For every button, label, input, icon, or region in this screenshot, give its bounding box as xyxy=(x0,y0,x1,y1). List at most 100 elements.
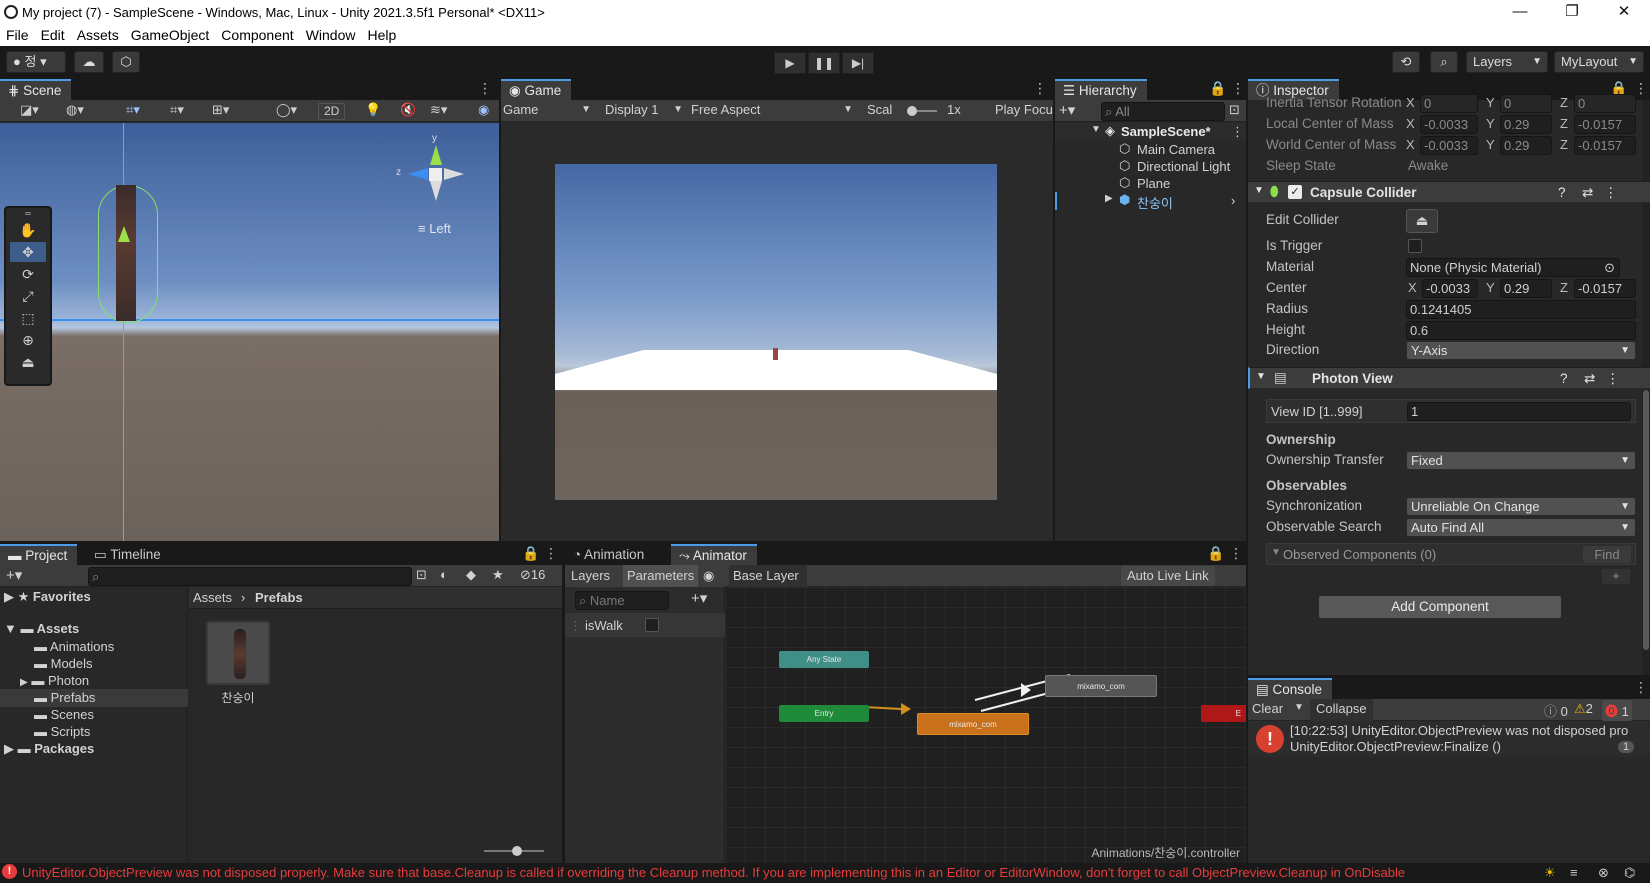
snap-increment-icon[interactable]: ⌗▾ xyxy=(170,102,184,118)
project-search-input[interactable]: ⌕ xyxy=(88,567,412,586)
help-icon[interactable]: ? xyxy=(1558,185,1566,200)
tab-console[interactable]: ▤ Console xyxy=(1248,678,1333,699)
label-icon[interactable]: ◆ xyxy=(466,567,476,583)
icon-size-slider-thumb[interactable] xyxy=(512,846,522,856)
display-dropdown[interactable]: Display 1 ▼ xyxy=(605,102,687,117)
warning-filter-button[interactable]: ⚠2 xyxy=(1574,701,1593,717)
panel-menu-icon[interactable]: ⋮ xyxy=(1634,679,1648,696)
lighting-icon[interactable]: 💡 xyxy=(365,102,381,118)
hierarchy-item-selected[interactable]: ▶ ⬢ 찬숭이 › xyxy=(1055,192,1246,211)
scale-tool-icon[interactable]: ⤢ xyxy=(10,286,46,306)
eye-icon[interactable]: ◉ xyxy=(703,568,714,584)
clear-button[interactable]: Clear xyxy=(1252,701,1283,716)
scale-slider-thumb[interactable] xyxy=(907,106,917,116)
layers-stack-icon[interactable]: ≡ xyxy=(1570,863,1578,883)
close-button[interactable]: ✕ xyxy=(1601,2,1647,24)
star-icon[interactable]: ★ xyxy=(492,567,504,583)
favorites-item[interactable]: ▶ ★ Favorites xyxy=(4,589,91,605)
height-field[interactable]: 0.6 xyxy=(1406,321,1636,340)
parameter-search-input[interactable]: ⌕ Name xyxy=(575,591,669,610)
default-state-node[interactable]: mixamo_com xyxy=(917,713,1029,735)
info-filter-button[interactable]: ⓘ 0 xyxy=(1544,701,1568,720)
panel-menu-icon[interactable]: ⋮ xyxy=(478,80,492,97)
tab-project[interactable]: ▬ Project xyxy=(0,544,78,565)
orientation-gizmo[interactable]: y z ≡ Left xyxy=(392,133,472,236)
grid-snap-icon[interactable]: ⌗▾ xyxy=(126,102,140,118)
pause-button[interactable]: ❚❚ xyxy=(808,52,840,74)
character-model[interactable] xyxy=(116,185,136,321)
panel-menu-icon[interactable]: ⋮ xyxy=(544,545,558,562)
folder-item-selected[interactable]: ▬ Prefabs xyxy=(0,689,188,707)
assets-item[interactable]: ▼ ▬ Assets xyxy=(4,621,79,636)
drag-handle-icon[interactable]: ⋮ xyxy=(569,618,582,634)
scene-row[interactable]: ▼ ◈ SampleScene* ⋮ xyxy=(1055,123,1246,141)
lighting-bake-icon[interactable]: ☀ xyxy=(1544,863,1556,883)
chevron-right-icon[interactable]: › xyxy=(1231,193,1235,208)
folder-item[interactable]: ▶ ▬ Photon xyxy=(20,673,89,688)
expand-arrow-icon[interactable]: ▼ xyxy=(1091,124,1101,135)
play-focused-dropdown[interactable]: Play Focu xyxy=(995,102,1053,117)
minimize-button[interactable]: — xyxy=(1497,2,1543,24)
add-observed-icon[interactable]: + xyxy=(1602,569,1630,584)
globe-icon[interactable]: ◍▾ xyxy=(66,102,84,118)
parameter-bool-checkbox[interactable] xyxy=(645,618,659,632)
status-message[interactable]: UnityEditor.ObjectPreview was not dispos… xyxy=(22,863,1542,883)
play-button[interactable]: ▶ xyxy=(774,52,806,74)
aspect-dropdown[interactable]: Free Aspect ▼ xyxy=(691,102,857,117)
packages-item[interactable]: ▶ ▬ Packages xyxy=(4,741,94,757)
shading-icon[interactable]: ◯▾ xyxy=(276,102,297,118)
cloud-button[interactable]: ☁ xyxy=(74,51,104,73)
panel-menu-icon[interactable]: ⋮ xyxy=(1033,80,1047,97)
enabled-checkbox[interactable]: ✓ xyxy=(1288,185,1302,199)
clear-options-icon[interactable]: ▼ xyxy=(1294,702,1304,713)
center-z-field[interactable]: -0.0157 xyxy=(1574,279,1636,298)
menu-assets[interactable]: Assets xyxy=(71,25,125,43)
foldout-arrow-icon[interactable]: ▼ xyxy=(1254,185,1264,196)
ruler-icon[interactable]: ⊞▾ xyxy=(212,102,229,118)
folder-item[interactable]: ▬ Models xyxy=(34,656,93,671)
effects-icon[interactable]: ≋▾ xyxy=(430,102,447,118)
preset-icon[interactable]: ⇄ xyxy=(1584,371,1595,387)
panel-menu-icon[interactable]: ⋮ xyxy=(1229,545,1243,562)
entry-node[interactable]: Entry xyxy=(779,705,869,722)
hierarchy-item[interactable]: ⬡ Main Camera xyxy=(1055,141,1246,158)
network-icon[interactable]: ⌬ xyxy=(1624,863,1635,883)
tab-parameters[interactable]: Parameters xyxy=(623,565,699,587)
search-by-type-icon[interactable]: ⊡ xyxy=(416,567,427,583)
menu-gameobject[interactable]: GameObject xyxy=(125,25,216,43)
lock-icon[interactable]: 🔒 xyxy=(522,545,539,562)
expand-arrow-icon[interactable]: ▶ xyxy=(1105,193,1113,204)
menu-window[interactable]: Window xyxy=(300,25,362,43)
game-viewport[interactable] xyxy=(501,122,1053,541)
visibility-icon[interactable]: ◉ xyxy=(478,102,489,118)
any-state-node[interactable]: Any State xyxy=(779,651,869,668)
folder-item[interactable]: ▬ Animations xyxy=(34,639,114,654)
scale-slider[interactable] xyxy=(907,106,937,116)
collab-button[interactable]: ⬡ xyxy=(112,51,140,73)
material-field[interactable]: None (Physic Material) ⊙ xyxy=(1406,258,1620,277)
breadcrumb-assets[interactable]: Assets xyxy=(193,590,232,605)
history-button[interactable]: ⟲ xyxy=(1392,51,1420,73)
drag-handle-icon[interactable]: ═ xyxy=(10,210,46,218)
object-picker-icon[interactable]: ⊙ xyxy=(1604,259,1615,276)
lock-icon[interactable]: 🔒 xyxy=(1207,545,1224,562)
tab-timeline[interactable]: ▭ Timeline xyxy=(86,544,171,565)
folder-item[interactable]: ▬ Scenes xyxy=(34,707,94,722)
foldout-arrow-icon[interactable]: ▼ xyxy=(1271,547,1281,558)
menu-component[interactable]: Component xyxy=(215,25,299,43)
parameter-row[interactable]: ⋮ isWalk xyxy=(565,613,725,637)
transform-tool-icon[interactable]: ⊕ xyxy=(10,330,46,350)
console-entry[interactable]: ! [10:22:53] UnityEditor.ObjectPreview w… xyxy=(1248,721,1650,757)
collapse-button[interactable]: Collapse xyxy=(1310,699,1373,721)
ownership-transfer-dropdown[interactable]: Fixed ▼ xyxy=(1406,451,1636,470)
collider-edit-tool-icon[interactable]: ⏏ xyxy=(10,352,46,372)
layers-dropdown[interactable]: Layers ▼ xyxy=(1466,51,1548,73)
rotate-tool-icon[interactable]: ⟳ xyxy=(10,264,46,284)
panel-menu-icon[interactable]: ⋮ xyxy=(1231,80,1245,97)
tab-hierarchy[interactable]: ☰ Hierarchy xyxy=(1055,79,1147,100)
exit-node[interactable]: E xyxy=(1201,705,1246,722)
prefab-thumbnail[interactable] xyxy=(206,621,270,685)
capsule-collider-header[interactable]: ▼ ⬮ ✓ Capsule Collider ? ⇄ ⋮ xyxy=(1248,181,1650,203)
add-icon[interactable]: +▾ xyxy=(6,566,22,584)
tab-layers[interactable]: Layers xyxy=(571,568,610,583)
